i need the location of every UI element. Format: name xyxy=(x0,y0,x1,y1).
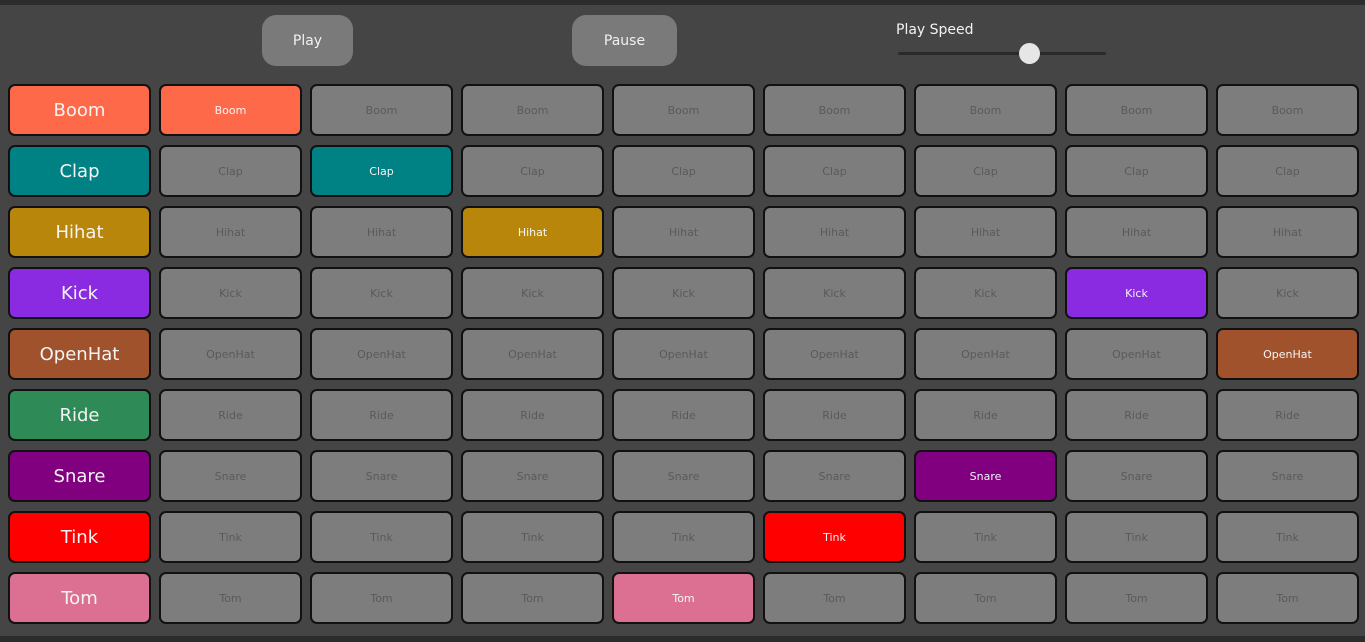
step-pad-openhat-4[interactable]: OpenHat xyxy=(612,328,755,380)
step-pad-ride-2[interactable]: Ride xyxy=(310,389,453,441)
step-pad-openhat-5[interactable]: OpenHat xyxy=(763,328,906,380)
step-pad-boom-6[interactable]: Boom xyxy=(914,84,1057,136)
step-pad-snare-5[interactable]: Snare xyxy=(763,450,906,502)
instrument-pad-hihat[interactable]: Hihat xyxy=(8,206,151,258)
instrument-pad-tom[interactable]: Tom xyxy=(8,572,151,624)
step-pad-kick-2[interactable]: Kick xyxy=(310,267,453,319)
instrument-pad-ride[interactable]: Ride xyxy=(8,389,151,441)
step-pad-clap-8[interactable]: Clap xyxy=(1216,145,1359,197)
step-pad-boom-3[interactable]: Boom xyxy=(461,84,604,136)
step-pad-tink-6[interactable]: Tink xyxy=(914,511,1057,563)
step-pad-snare-1[interactable]: Snare xyxy=(159,450,302,502)
step-pad-tink-7[interactable]: Tink xyxy=(1065,511,1208,563)
step-pad-boom-1[interactable]: Boom xyxy=(159,84,302,136)
instrument-pad-clap[interactable]: Clap xyxy=(8,145,151,197)
step-pad-clap-3[interactable]: Clap xyxy=(461,145,604,197)
step-pad-boom-5[interactable]: Boom xyxy=(763,84,906,136)
play-speed-slider-track[interactable] xyxy=(898,52,1106,55)
step-pad-openhat-1[interactable]: OpenHat xyxy=(159,328,302,380)
drum-machine-app: Play Pause Play Speed Boom Boom Boom Boom Bo… xyxy=(0,0,1365,642)
step-pad-ride-4[interactable]: Ride xyxy=(612,389,755,441)
step-pad-clap-5[interactable]: Clap xyxy=(763,145,906,197)
step-pad-kick-6[interactable]: Kick xyxy=(914,267,1057,319)
step-pad-hihat-2[interactable]: Hihat xyxy=(310,206,453,258)
step-pad-tink-1[interactable]: Tink xyxy=(159,511,302,563)
step-pad-kick-3[interactable]: Kick xyxy=(461,267,604,319)
step-pad-ride-5[interactable]: Ride xyxy=(763,389,906,441)
step-pad-ride-6[interactable]: Ride xyxy=(914,389,1057,441)
step-pad-ride-8[interactable]: Ride xyxy=(1216,389,1359,441)
step-pad-tom-5[interactable]: Tom xyxy=(763,572,906,624)
step-pad-tink-5[interactable]: Tink xyxy=(763,511,906,563)
step-pad-openhat-8[interactable]: OpenHat xyxy=(1216,328,1359,380)
step-pad-tink-3[interactable]: Tink xyxy=(461,511,604,563)
step-pad-kick-5[interactable]: Kick xyxy=(763,267,906,319)
step-pad-snare-7[interactable]: Snare xyxy=(1065,450,1208,502)
step-pad-clap-1[interactable]: Clap xyxy=(159,145,302,197)
step-pad-tink-8[interactable]: Tink xyxy=(1216,511,1359,563)
step-pad-openhat-6[interactable]: OpenHat xyxy=(914,328,1057,380)
step-pad-tink-2[interactable]: Tink xyxy=(310,511,453,563)
step-pad-tom-3[interactable]: Tom xyxy=(461,572,604,624)
step-pad-clap-4[interactable]: Clap xyxy=(612,145,755,197)
step-pad-kick-1[interactable]: Kick xyxy=(159,267,302,319)
step-pad-boom-7[interactable]: Boom xyxy=(1065,84,1208,136)
step-pad-tom-8[interactable]: Tom xyxy=(1216,572,1359,624)
step-pad-clap-2[interactable]: Clap xyxy=(310,145,453,197)
step-pad-kick-7[interactable]: Kick xyxy=(1065,267,1208,319)
step-pad-clap-6[interactable]: Clap xyxy=(914,145,1057,197)
step-pad-kick-4[interactable]: Kick xyxy=(612,267,755,319)
step-pad-tom-7[interactable]: Tom xyxy=(1065,572,1208,624)
step-pad-kick-8[interactable]: Kick xyxy=(1216,267,1359,319)
step-pad-clap-7[interactable]: Clap xyxy=(1065,145,1208,197)
instrument-pad-snare[interactable]: Snare xyxy=(8,450,151,502)
play-speed-slider-thumb[interactable] xyxy=(1018,43,1040,64)
step-pad-hihat-1[interactable]: Hihat xyxy=(159,206,302,258)
instrument-pad-tink[interactable]: Tink xyxy=(8,511,151,563)
pause-button[interactable]: Pause xyxy=(572,15,677,66)
step-pad-hihat-6[interactable]: Hihat xyxy=(914,206,1057,258)
step-pad-tom-6[interactable]: Tom xyxy=(914,572,1057,624)
step-pad-hihat-5[interactable]: Hihat xyxy=(763,206,906,258)
step-pad-ride-1[interactable]: Ride xyxy=(159,389,302,441)
step-pad-openhat-3[interactable]: OpenHat xyxy=(461,328,604,380)
step-pad-snare-3[interactable]: Snare xyxy=(461,450,604,502)
step-pad-openhat-2[interactable]: OpenHat xyxy=(310,328,453,380)
step-pad-tink-4[interactable]: Tink xyxy=(612,511,755,563)
instrument-pad-boom[interactable]: Boom xyxy=(8,84,151,136)
step-pad-ride-7[interactable]: Ride xyxy=(1065,389,1208,441)
instrument-pad-openhat[interactable]: OpenHat xyxy=(8,328,151,380)
step-pad-tom-1[interactable]: Tom xyxy=(159,572,302,624)
step-pad-boom-4[interactable]: Boom xyxy=(612,84,755,136)
step-pad-boom-2[interactable]: Boom xyxy=(310,84,453,136)
step-pad-tom-2[interactable]: Tom xyxy=(310,572,453,624)
top-border xyxy=(0,0,1365,5)
step-pad-tom-4[interactable]: Tom xyxy=(612,572,755,624)
play-speed-label: Play Speed xyxy=(896,22,974,38)
step-pad-snare-4[interactable]: Snare xyxy=(612,450,755,502)
step-pad-snare-2[interactable]: Snare xyxy=(310,450,453,502)
step-pad-hihat-3[interactable]: Hihat xyxy=(461,206,604,258)
step-pad-snare-6[interactable]: Snare xyxy=(914,450,1057,502)
step-pad-ride-3[interactable]: Ride xyxy=(461,389,604,441)
instrument-pad-kick[interactable]: Kick xyxy=(8,267,151,319)
play-button[interactable]: Play xyxy=(262,15,353,66)
step-pad-hihat-7[interactable]: Hihat xyxy=(1065,206,1208,258)
step-pad-openhat-7[interactable]: OpenHat xyxy=(1065,328,1208,380)
bottom-border xyxy=(0,636,1365,642)
step-pad-hihat-4[interactable]: Hihat xyxy=(612,206,755,258)
step-pad-boom-8[interactable]: Boom xyxy=(1216,84,1359,136)
step-pad-hihat-8[interactable]: Hihat xyxy=(1216,206,1359,258)
step-pad-snare-8[interactable]: Snare xyxy=(1216,450,1359,502)
